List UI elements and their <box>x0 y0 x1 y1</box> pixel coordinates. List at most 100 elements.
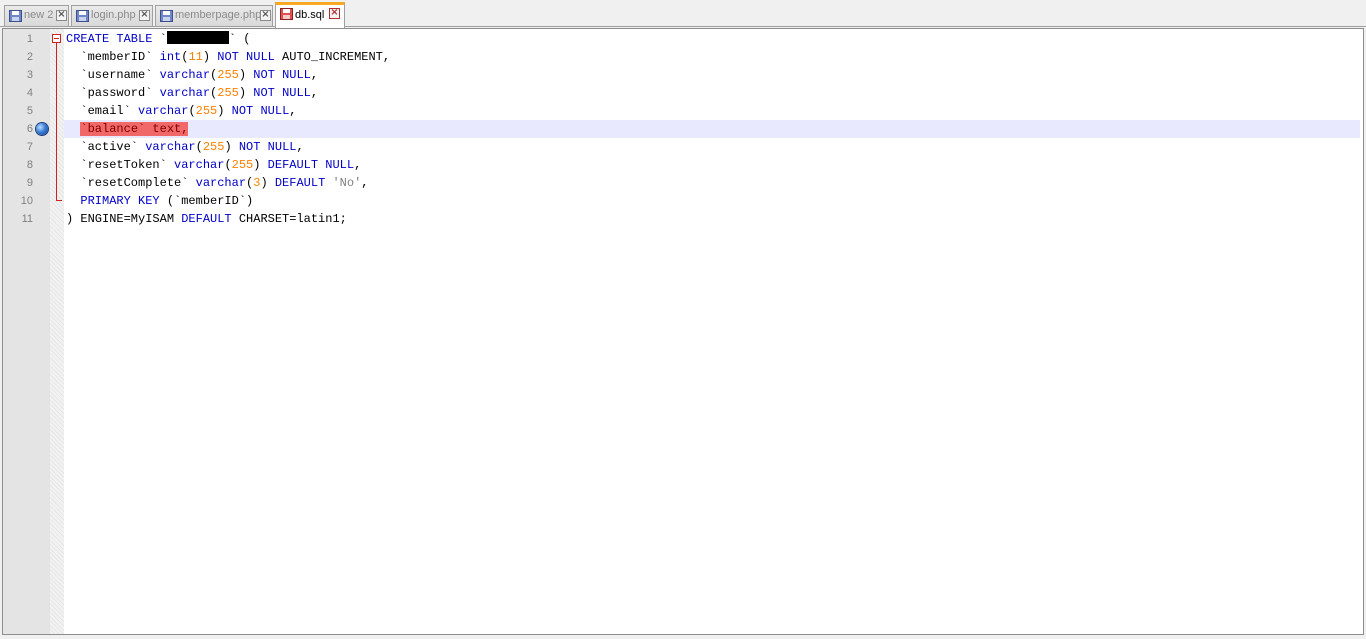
line-number: 1 <box>26 33 33 45</box>
current-line-highlight <box>64 120 1360 138</box>
tab-login-php[interactable]: login.php × <box>71 5 153 26</box>
code-token-num: 11 <box>188 50 203 64</box>
code-token-kw: NOT NULL <box>238 140 297 154</box>
code-token-kw: DEFAULT <box>181 212 232 226</box>
code-text: `memberID` int(11) NOT NULL AUTO_INCREME… <box>66 48 390 66</box>
code-token-kw: NOT NULL <box>253 86 311 100</box>
code-token-text: ) <box>238 86 254 100</box>
code-token-text: , <box>310 86 319 100</box>
code-token-kw: CREATE TABLE <box>66 32 153 46</box>
line-number: 4 <box>26 87 33 99</box>
code-token-kw: NOT NULL <box>231 104 290 118</box>
save-disk-icon <box>76 10 89 22</box>
code-token-num: 255 <box>202 140 225 154</box>
code-token-text: , <box>289 104 297 118</box>
code-text: `active` varchar(255) NOT NULL, <box>66 138 304 156</box>
code-line[interactable]: 4 `password` varchar(255) NOT NULL, <box>3 84 1363 102</box>
code-token-text: `resetToken` <box>66 158 175 172</box>
code-token-err: `balance` text, <box>80 122 189 136</box>
code-token-text: ) <box>238 68 254 82</box>
code-token-text: AUTO_INCREMENT, <box>274 50 391 64</box>
code-token-text: (`memberID`) <box>159 194 254 208</box>
code-token-text: ) <box>217 104 232 118</box>
code-token-text: CHARSET=latin1; <box>231 212 347 226</box>
code-text: PRIMARY KEY (`memberID`) <box>66 192 253 210</box>
code-editor[interactable]: 1 CREATE TABLE ` ` (2 `memberID` int(11) N… <box>2 28 1364 635</box>
notepad-window: new 2 × login.php × memberpage.php × db.… <box>0 0 1366 639</box>
code-token-kw: varchar <box>195 176 247 190</box>
tab-memberpage-php[interactable]: memberpage.php × <box>155 5 273 26</box>
code-token-text: ( <box>224 158 232 172</box>
line-number: 3 <box>26 69 33 81</box>
code-token-text: , <box>310 68 319 82</box>
close-tab-icon[interactable]: × <box>329 8 340 19</box>
code-token-kw: varchar <box>159 86 211 100</box>
code-token-text: ( <box>195 140 203 154</box>
tab-label: db.sql <box>295 9 325 21</box>
line-number: 11 <box>21 213 33 225</box>
code-token-text: ) <box>260 176 275 190</box>
code-token-kw: NOT NULL <box>253 68 311 82</box>
code-text: `balance` text, <box>66 120 189 138</box>
code-line[interactable]: 9 `resetComplete` varchar(3) DEFAULT 'No… <box>3 174 1363 192</box>
unsaved-disk-icon <box>280 8 293 20</box>
code-token-kw: varchar <box>159 68 211 82</box>
save-disk-icon <box>160 10 173 22</box>
close-tab-icon[interactable]: × <box>56 10 67 21</box>
code-token-text: `resetComplete` <box>66 176 196 190</box>
code-line[interactable]: 5 `email` varchar(255) NOT NULL, <box>3 102 1363 120</box>
code-token-text: ` ( <box>228 32 251 46</box>
code-token-kw: varchar <box>145 140 196 154</box>
code-token-kw: varchar <box>138 104 189 118</box>
line-number: 2 <box>26 51 33 63</box>
code-line[interactable]: 8 `resetToken` varchar(255) DEFAULT NULL… <box>3 156 1363 174</box>
code-line[interactable]: 3 `username` varchar(255) NOT NULL, <box>3 66 1363 84</box>
code-token-str: 'No' <box>332 176 362 190</box>
code-token-num: 255 <box>231 158 254 172</box>
tab-label: new 2 <box>24 9 54 21</box>
tab-bar: new 2 × login.php × memberpage.php × db.… <box>0 0 1366 28</box>
code-token-kw: PRIMARY KEY <box>80 194 160 208</box>
code-line[interactable]: 2 `memberID` int(11) NOT NULL AUTO_INCRE… <box>3 48 1363 66</box>
tab-label: memberpage.php <box>175 9 262 21</box>
line-number: 8 <box>26 159 33 171</box>
line-number: 6 <box>26 123 33 135</box>
code-text: `username` varchar(255) NOT NULL, <box>66 66 318 84</box>
code-token-kw: NOT NULL <box>217 50 275 64</box>
code-text: ) ENGINE=MyISAM DEFAULT CHARSET=latin1; <box>66 210 347 228</box>
redacted-table-name <box>166 31 229 44</box>
code-token-text: `memberID` <box>66 50 160 64</box>
code-token-text: `username` <box>66 68 160 82</box>
close-tab-icon[interactable]: × <box>139 10 150 21</box>
tab-db-sql[interactable]: db.sql × <box>275 2 345 28</box>
code-token-text: , <box>296 140 304 154</box>
code-line[interactable]: 10 PRIMARY KEY (`memberID`) <box>3 192 1363 210</box>
line-number: 7 <box>26 141 33 153</box>
code-token-kw: int <box>159 50 182 64</box>
code-token-text: `password` <box>66 86 160 100</box>
code-line[interactable]: 1 CREATE TABLE ` ` ( <box>3 30 1363 201</box>
code-token-kw: DEFAULT <box>274 176 326 190</box>
code-text: `password` varchar(255) NOT NULL, <box>66 84 318 102</box>
code-token-kw: varchar <box>174 158 225 172</box>
code-line[interactable]: 6 `balance` text, <box>3 120 1363 138</box>
code-text: `resetToken` varchar(255) DEFAULT NULL, <box>66 156 361 174</box>
code-token-text: ( <box>188 104 196 118</box>
code-line[interactable]: 11 ) ENGINE=MyISAM DEFAULT CHARSET=latin1… <box>3 210 1363 228</box>
tab-new-2[interactable]: new 2 × <box>4 5 69 26</box>
code-line[interactable]: 7 `active` varchar(255) NOT NULL, <box>3 138 1363 156</box>
code-token-text: ) <box>202 50 218 64</box>
code-token-num: 255 <box>217 68 239 82</box>
bookmark-icon[interactable] <box>36 123 48 135</box>
line-number: 5 <box>26 105 33 117</box>
fold-collapse-icon[interactable] <box>52 34 61 43</box>
close-tab-icon[interactable]: × <box>260 10 271 21</box>
code-text: `resetComplete` varchar(3) DEFAULT 'No', <box>66 174 369 192</box>
code-token-text: ) <box>224 140 239 154</box>
code-token-text: ) <box>253 158 268 172</box>
code-token-text: , <box>361 176 369 190</box>
code-text: CREATE TABLE ` ` ( <box>66 30 250 48</box>
code-token-num: 255 <box>195 104 218 118</box>
